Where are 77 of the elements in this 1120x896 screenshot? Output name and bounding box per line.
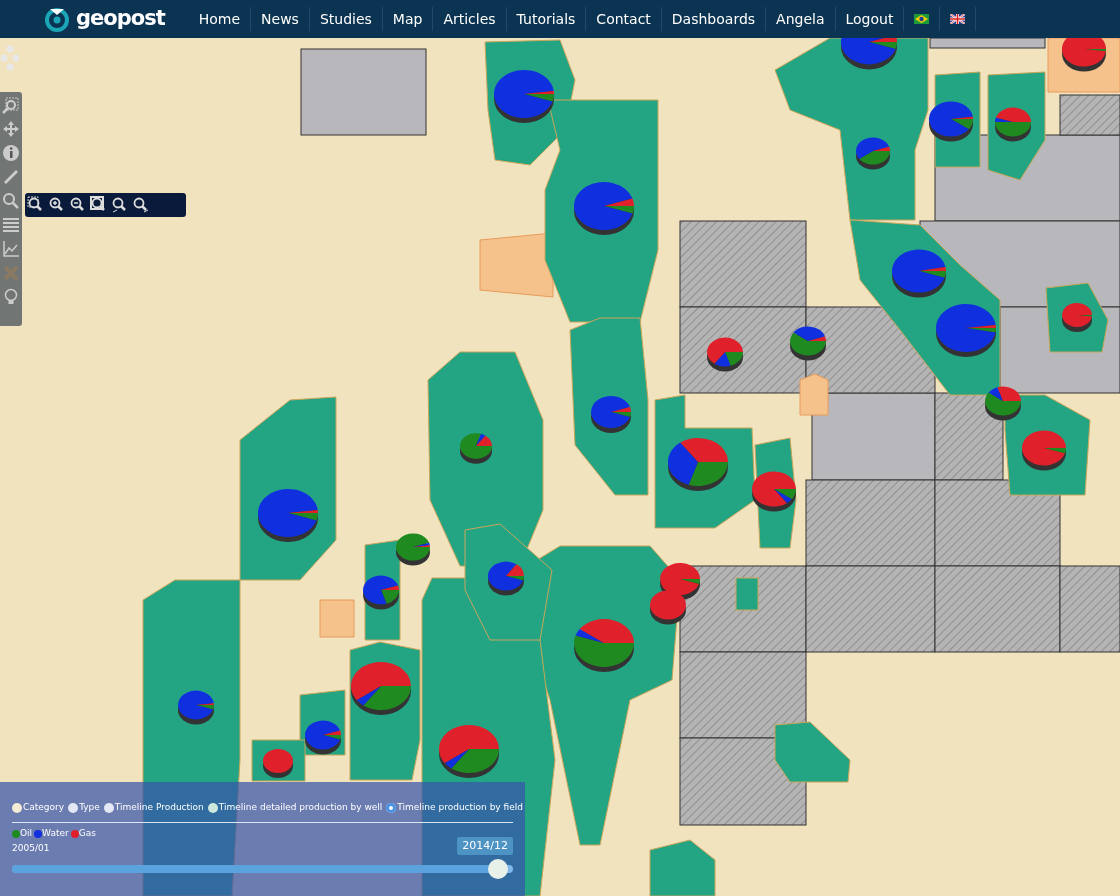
nav-link[interactable]: Angela	[766, 7, 836, 31]
radio-option[interactable]: Timeline production by field	[386, 801, 523, 815]
legend-label: Gas	[78, 827, 96, 840]
nav-link[interactable]: Studies	[309, 7, 383, 31]
pie-chart-marker[interactable]	[305, 720, 341, 755]
pie-chart-marker[interactable]	[668, 438, 728, 491]
radio-option[interactable]: Timeline Production	[103, 801, 204, 815]
pie-chart-marker[interactable]	[574, 619, 634, 672]
pie-chart-marker[interactable]	[591, 396, 631, 433]
nav-link[interactable]: News	[251, 7, 310, 31]
nav-link[interactable]: Contact	[586, 7, 662, 31]
pie-chart-marker[interactable]	[995, 107, 1031, 142]
pie-chart-marker[interactable]	[396, 533, 430, 566]
pie-chart-marker[interactable]	[936, 304, 996, 357]
move-icon[interactable]	[2, 120, 20, 138]
pie-chart-marker[interactable]	[985, 386, 1021, 421]
pie-chart-marker[interactable]	[574, 182, 634, 235]
nav-link[interactable]: Tutorials	[506, 7, 587, 31]
field-area[interactable]	[569, 317, 649, 496]
lightbulb-icon[interactable]	[2, 288, 20, 306]
pie-chart-marker[interactable]	[892, 249, 946, 298]
radio-option[interactable]: Type	[68, 801, 100, 815]
timeline-start-label: 2005/01	[12, 841, 50, 855]
timeline-end-label: 2014/12	[457, 836, 513, 855]
radio-option[interactable]: Category	[12, 801, 65, 815]
hatched-block-area[interactable]	[679, 651, 807, 739]
pie-chart-marker[interactable]	[929, 101, 973, 142]
block-area[interactable]	[811, 392, 936, 481]
legend-label: Water	[42, 827, 69, 840]
pie-chart-marker[interactable]	[856, 137, 890, 170]
brazil-flag-icon[interactable]	[914, 14, 930, 24]
pie-chart-marker[interactable]	[1022, 430, 1066, 471]
hatched-block-area[interactable]	[679, 220, 807, 308]
field-area[interactable]	[774, 721, 851, 783]
pie-chart-marker[interactable]	[790, 326, 826, 361]
nav-link[interactable]: Logout	[835, 7, 905, 31]
nav-link[interactable]: Dashboards	[661, 7, 767, 31]
ruler-icon[interactable]	[2, 168, 20, 186]
info-icon[interactable]	[2, 144, 20, 162]
pie-chart-marker[interactable]	[178, 690, 214, 725]
timeline-slider[interactable]	[12, 859, 513, 879]
hatched-block-area[interactable]	[805, 479, 936, 567]
nav-link[interactable]: Home	[188, 7, 252, 31]
hatched-block-area[interactable]	[1059, 94, 1120, 136]
nav-link[interactable]: Map	[382, 7, 434, 31]
map-drawing[interactable]: Category Type Timeline Production Timeline detailed production by well Timeline production by field Oil Water Gas 2005/01 2014/12	[0, 38, 1120, 896]
pie-chart-marker[interactable]	[707, 337, 743, 372]
field-area[interactable]	[735, 577, 759, 611]
pie-chart-marker[interactable]	[258, 489, 318, 542]
pie-chart-marker[interactable]	[1062, 38, 1106, 72]
legend-label: Oil	[20, 827, 33, 840]
pie-chart-marker[interactable]	[263, 749, 293, 778]
pie-chart-marker[interactable]	[351, 662, 411, 715]
pie-chart-marker[interactable]	[460, 433, 492, 464]
block-area[interactable]	[300, 48, 427, 136]
pie-chart-marker[interactable]	[752, 471, 796, 512]
timeline-thumb[interactable]	[487, 859, 508, 879]
hatched-block-area[interactable]	[1059, 565, 1120, 653]
pie-chart-marker[interactable]	[650, 590, 686, 625]
pie-chart-marker[interactable]	[488, 561, 524, 596]
pie-chart-marker[interactable]	[439, 725, 499, 778]
pie-chart-marker[interactable]	[363, 575, 399, 610]
brand-name[interactable]: geopost	[76, 3, 165, 35]
list-icon[interactable]	[2, 216, 20, 234]
uk-flag-icon[interactable]	[950, 14, 966, 24]
zoom-next-icon[interactable]	[132, 196, 150, 214]
pie-chart-marker[interactable]	[1062, 303, 1092, 332]
nav-link[interactable]: Articles	[433, 7, 507, 31]
search-icon[interactable]	[2, 192, 20, 210]
hatched-block-area[interactable]	[805, 565, 936, 653]
line-chart-icon[interactable]	[2, 240, 20, 258]
pie-chart-marker[interactable]	[841, 38, 897, 70]
radio-option[interactable]: Timeline detailed production by well	[207, 801, 383, 815]
field-area[interactable]	[649, 839, 716, 896]
pie-chart-marker[interactable]	[494, 70, 554, 123]
logo-icon[interactable]	[44, 6, 70, 32]
hatched-block-area[interactable]	[934, 479, 1061, 567]
